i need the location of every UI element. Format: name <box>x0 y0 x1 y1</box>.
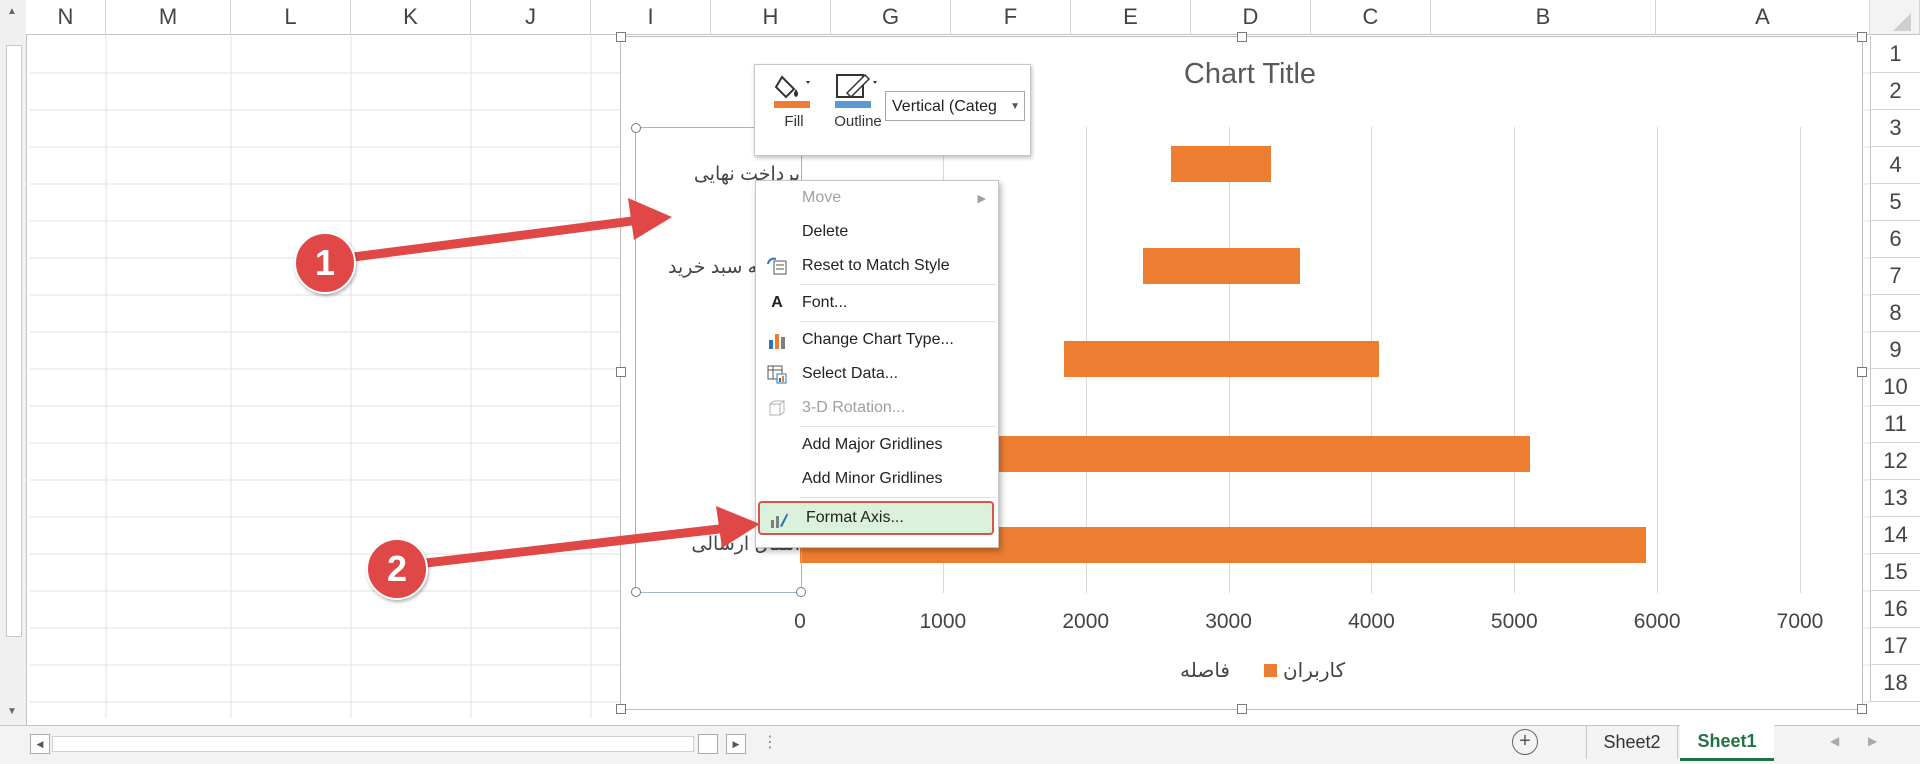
scroll-right-icon[interactable]: ▶ <box>726 734 746 754</box>
sheet-tab-sheet2[interactable]: Sheet2 <box>1586 726 1678 759</box>
sheet-tab-sheet1[interactable]: Sheet1 <box>1680 725 1774 761</box>
horizontal-scroll-thumb[interactable] <box>698 734 718 754</box>
callout-badge-2: 2 <box>366 538 428 600</box>
new-sheet-icon[interactable]: + <box>1512 729 1538 755</box>
tab-scroll-right-icon[interactable]: ▶ <box>1868 734 1877 748</box>
arrow-2 <box>395 506 760 571</box>
sheet-tab-bar: ◀ ▶ ⋮ + Sheet2 Sheet1 ◀ ▶ <box>0 725 1920 764</box>
horizontal-scrollbar[interactable] <box>52 736 694 752</box>
callout-arrows <box>325 198 760 571</box>
scroll-left-icon[interactable]: ◀ <box>30 734 50 754</box>
callout-badge-1: 1 <box>294 232 356 294</box>
split-handle-icon[interactable]: ⋮ <box>762 732 778 752</box>
tab-scroll-left-icon[interactable]: ◀ <box>1830 734 1839 748</box>
arrow-1 <box>325 198 672 265</box>
